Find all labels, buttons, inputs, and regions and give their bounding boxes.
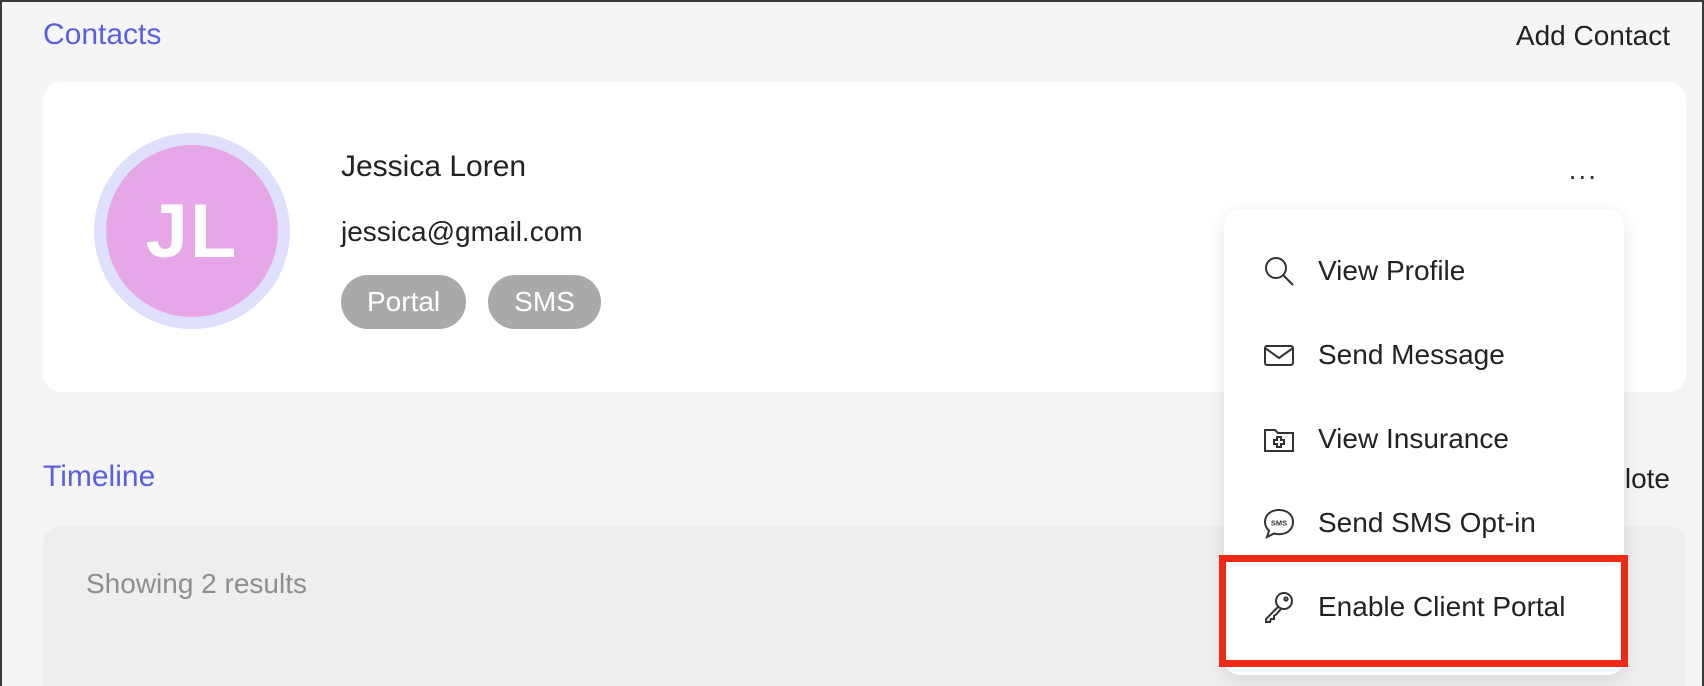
menu-item-send-sms-opt-in[interactable]: SMS Send SMS Opt-in xyxy=(1224,481,1624,565)
tag-portal: Portal xyxy=(341,275,467,329)
envelope-icon xyxy=(1264,345,1294,366)
contact-email: jessica@gmail.com xyxy=(341,216,583,247)
menu-item-send-message[interactable]: Send Message xyxy=(1224,313,1624,397)
more-options-button[interactable]: ... xyxy=(1569,154,1598,186)
medical-folder-icon xyxy=(1264,429,1294,452)
add-contact-button[interactable]: Add Contact xyxy=(1516,20,1670,52)
timeline-title: Timeline xyxy=(43,460,156,493)
menu-item-label: Send SMS Opt-in xyxy=(1318,507,1536,538)
highlight-box xyxy=(1219,555,1628,667)
tag-list: Portal SMS xyxy=(341,275,601,329)
search-icon xyxy=(1265,257,1294,286)
add-note-button[interactable]: lote xyxy=(1625,463,1670,495)
menu-item-view-insurance[interactable]: View Insurance xyxy=(1224,397,1624,481)
contact-name: Jessica Loren xyxy=(341,150,527,183)
sms-bubble-icon: SMS xyxy=(1263,508,1295,539)
svg-text:SMS: SMS xyxy=(1271,519,1287,528)
menu-item-label: View Insurance xyxy=(1318,423,1509,454)
results-count: Showing 2 results xyxy=(86,568,308,599)
avatar-initials: JL xyxy=(106,145,278,317)
menu-item-label: Send Message xyxy=(1318,339,1505,370)
tag-sms: SMS xyxy=(488,275,601,329)
contacts-title: Contacts xyxy=(43,18,162,51)
menu-item-view-profile[interactable]: View Profile xyxy=(1224,229,1624,313)
menu-item-label: View Profile xyxy=(1318,255,1466,286)
avatar: JL xyxy=(94,133,290,329)
